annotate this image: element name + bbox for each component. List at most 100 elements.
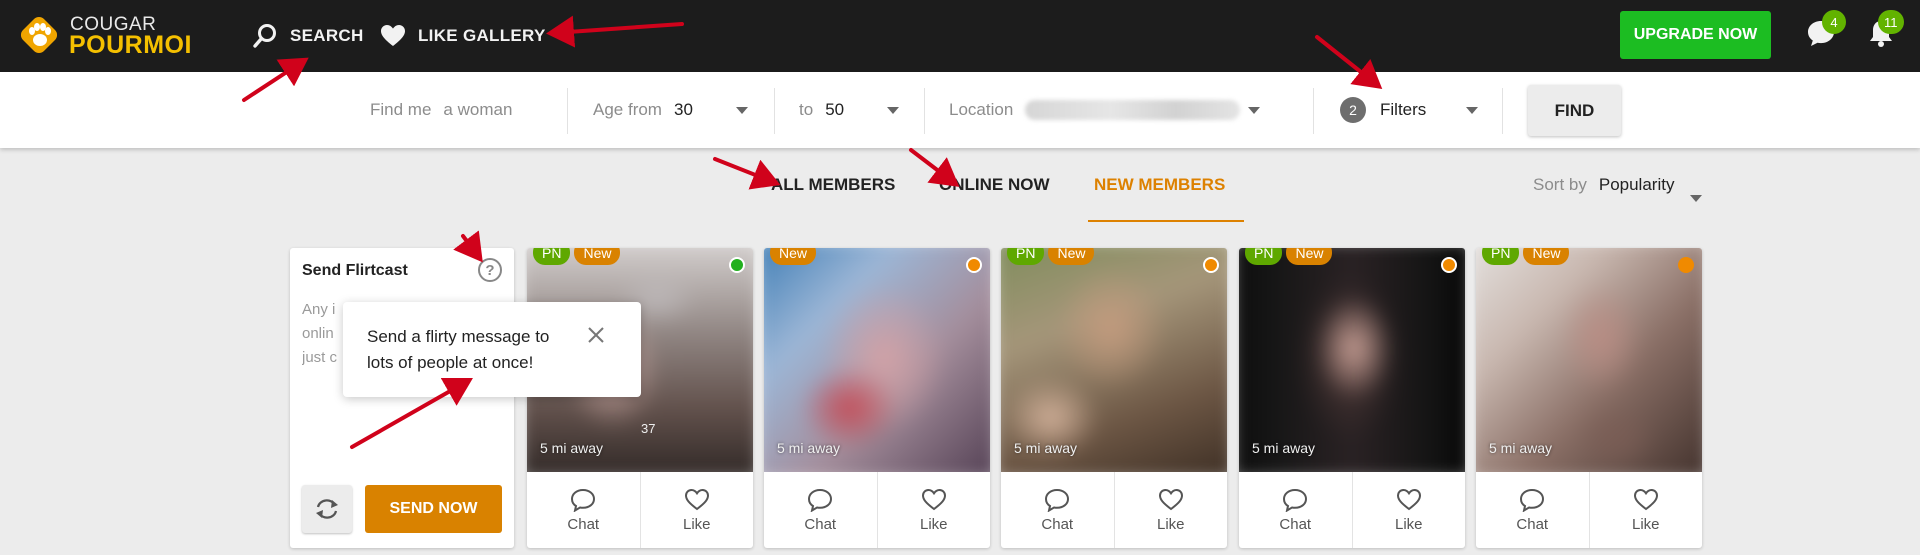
caret-down-icon[interactable] [1690,195,1702,202]
photo-blurred-content [1001,248,1227,472]
away-status-dot [966,257,982,273]
chat-bubble-icon [1520,488,1545,512]
find-me-select[interactable]: Find me a woman [370,72,512,148]
search-icon [253,24,276,48]
upgrade-now-button[interactable]: UPGRADE NOW [1620,11,1771,59]
nav-like-gallery[interactable]: LIKE GALLERY [380,0,546,72]
chat-button[interactable]: Chat [1239,472,1352,548]
member-distance: 5 mi away [1252,440,1316,456]
online-status-dot [729,257,745,273]
messages-button[interactable]: 4 [1806,10,1846,52]
member-actions: Chat Like [1239,472,1465,548]
heart-icon [684,488,709,510]
tooltip-text: Send a flirty message to lots of people … [367,327,550,372]
like-label: Like [682,515,711,533]
away-status-dot [1678,257,1694,273]
member-photo[interactable] [1239,248,1465,472]
location-value-redacted [1025,100,1241,120]
refresh-button[interactable] [302,485,352,533]
tag-pn: PN [1007,248,1045,265]
caret-down-icon[interactable] [1466,107,1478,114]
chat-bubble-icon [571,488,596,512]
tag-pn: PN [533,248,571,265]
find-button[interactable]: FIND [1528,85,1621,136]
sort-value: Popularity [1598,175,1675,194]
member-photo[interactable] [1001,248,1227,472]
notifications-button[interactable]: 11 [1866,10,1904,52]
age-from-select[interactable]: Age from 30 [593,72,693,148]
tag-new: New [1048,248,1095,265]
help-icon[interactable]: ? [478,258,502,282]
age-to-value: 50 [825,100,845,119]
flirtcast-tooltip: Send a flirty message to lots of people … [343,302,641,397]
chat-button[interactable]: Chat [1476,472,1589,548]
member-card[interactable]: PN New 5 mi away Chat Like [1476,248,1702,548]
caret-down-icon[interactable] [1248,107,1260,114]
nav-search-label: SEARCH [290,26,364,45]
send-now-button[interactable]: SEND NOW [365,485,502,533]
brand-logo[interactable]: COUGAR POURMOI [18,14,220,59]
paw-logo-icon [29,23,51,46]
chat-button[interactable]: Chat [1001,472,1114,548]
age-from-label: Age from [593,100,662,119]
member-tags: PN New [1007,248,1098,265]
chat-label: Chat [804,515,837,533]
heart-icon [381,25,405,46]
nav-search[interactable]: SEARCH [252,0,364,72]
like-button[interactable]: Like [876,472,991,548]
caret-down-icon[interactable] [887,107,899,114]
heart-icon [921,488,946,510]
tab-new-members[interactable]: NEW MEMBERS [1094,175,1225,195]
caret-down-icon[interactable] [736,107,748,114]
brand-line2: POURMOI [69,31,192,59]
like-button[interactable]: Like [1351,472,1466,548]
chat-bubble-icon [808,488,833,512]
heart-icon [1633,488,1658,510]
member-card[interactable]: New 5 mi away Chat Like [764,248,990,548]
top-navigation-bar: COUGAR POURMOI SEARCH LIKE GALLERY UPGRA… [0,0,1920,72]
like-label: Like [919,515,948,533]
like-button[interactable]: Like [1113,472,1228,548]
like-button[interactable]: Like [639,472,754,548]
photo-blurred-content [1476,248,1702,472]
heart-icon [1158,488,1183,510]
tab-online-now[interactable]: ONLINE NOW [939,175,1050,195]
age-to-label: to [799,100,814,119]
member-actions: Chat Like [1001,472,1227,548]
member-card[interactable]: PN New 37 5 mi away Chat Like [527,248,753,548]
messages-count-badge: 4 [1822,10,1846,34]
member-photo[interactable] [1476,248,1702,472]
photo-blurred-content [1239,248,1465,472]
member-distance: 5 mi away [540,440,604,456]
filters-select[interactable]: 2 Filters [1340,72,1426,148]
close-icon[interactable] [585,324,607,346]
chat-button[interactable]: Chat [527,472,640,548]
nav-like-gallery-label: LIKE GALLERY [418,26,546,45]
age-from-value: 30 [673,100,693,119]
chat-label: Chat [567,515,600,533]
chat-button[interactable]: Chat [764,472,877,548]
search-filter-bar: Find me a woman Age from 30 to 50 Locati… [0,72,1920,148]
member-distance: 5 mi away [1014,440,1078,456]
filters-label: Filters [1380,100,1427,119]
refresh-icon [316,499,338,519]
chat-bubble-icon [1283,488,1308,512]
member-tags: PN New [1482,248,1573,265]
member-photo[interactable] [764,248,990,472]
divider [924,88,925,134]
like-button[interactable]: Like [1588,472,1703,548]
sort-select[interactable]: Sort by Popularity [1533,175,1674,195]
member-tags: PN New [1245,248,1336,265]
age-to-select[interactable]: to 50 [799,72,844,148]
tag-new: New [1286,248,1333,265]
chat-label: Chat [1041,515,1074,533]
member-card[interactable]: PN New 5 mi away Chat Like [1001,248,1227,548]
member-tags: New [770,248,820,265]
member-card[interactable]: PN New 5 mi away Chat Like [1239,248,1465,548]
tag-new: New [770,248,817,265]
tab-all-members[interactable]: ALL MEMBERS [771,175,895,195]
divider [1313,88,1314,134]
flirtcast-card: Send Flirtcast ? Any i onlin just c SEND… [290,248,514,548]
location-select[interactable]: Location [949,72,1241,148]
divider [1502,88,1503,134]
